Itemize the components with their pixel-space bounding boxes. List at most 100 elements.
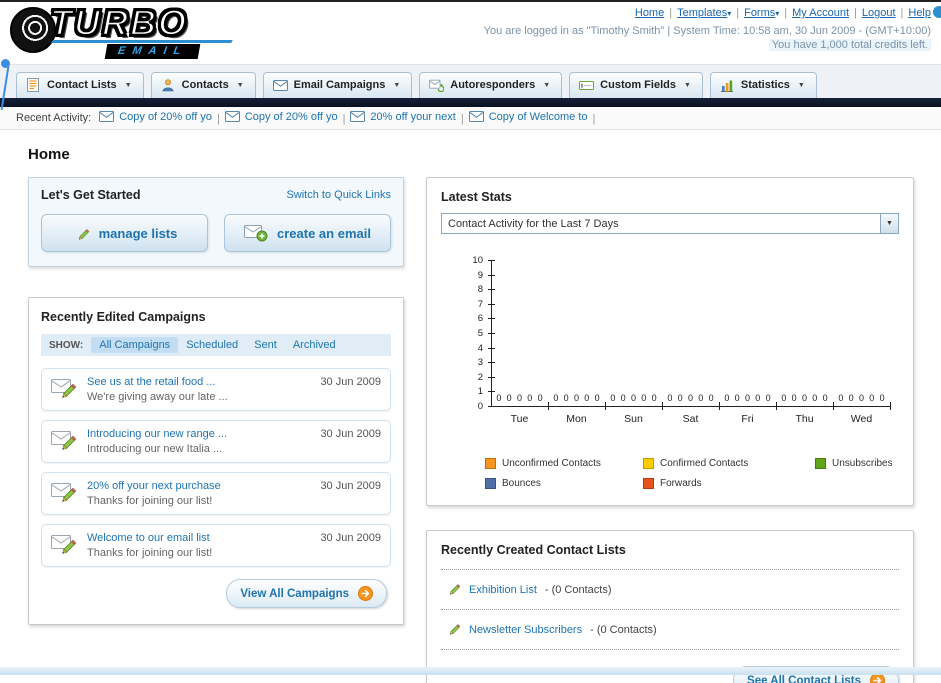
x-tick bbox=[548, 402, 549, 410]
campaign-title-link[interactable]: See us at the retail food ... bbox=[87, 376, 215, 388]
separator: | bbox=[342, 113, 346, 126]
value-label: 0 bbox=[651, 393, 657, 403]
campaign-text: 20% off your next purchase Thanks for joi… bbox=[87, 480, 310, 507]
recent-activity-label: Recent Activity: bbox=[16, 112, 92, 124]
create-email-label: create an email bbox=[277, 225, 371, 241]
recent-activity-link[interactable]: 20% off your next bbox=[370, 111, 455, 123]
x-tick bbox=[605, 402, 606, 410]
campaign-subtitle: Thanks for joining our list! bbox=[87, 495, 213, 507]
envelope-pencil-icon bbox=[51, 377, 77, 399]
campaign-row[interactable]: 20% off your next purchase Thanks for joi… bbox=[41, 472, 391, 515]
tab-statistics[interactable]: Statistics ▼ bbox=[709, 72, 817, 98]
value-label: 0 bbox=[563, 393, 569, 403]
main-content: Home Let's Get Started Switch to Quick L… bbox=[0, 130, 941, 683]
contact-list-item[interactable]: Newsletter Subscribers - (0 Contacts) bbox=[441, 609, 899, 649]
y-tick-label: 5 bbox=[477, 328, 483, 339]
tab-contact-lists[interactable]: Contact Lists ▼ bbox=[16, 72, 144, 98]
top-link-home[interactable]: Home bbox=[635, 7, 664, 19]
contact-list-link[interactable]: Newsletter Subscribers bbox=[469, 624, 582, 636]
y-tick-label: 8 bbox=[477, 284, 483, 296]
recent-activity-item: Copy of 20% off yo bbox=[99, 111, 212, 123]
y-tick-label: 6 bbox=[477, 313, 483, 325]
show-label: SHOW: bbox=[49, 339, 84, 351]
manage-lists-button[interactable]: manage lists bbox=[41, 214, 208, 252]
value-label: 0 bbox=[879, 393, 885, 403]
legend-item: Bounces bbox=[485, 478, 643, 489]
top-link-my-account[interactable]: My Account bbox=[792, 7, 849, 19]
value-label: 0 bbox=[858, 393, 864, 403]
value-label: 0 bbox=[641, 393, 647, 403]
value-label: 0 bbox=[553, 393, 559, 403]
x-tick bbox=[890, 402, 891, 410]
pencil-icon bbox=[443, 619, 461, 640]
legend-label: Forwards bbox=[660, 478, 702, 489]
main-tabs: Contact Lists ▼ Contacts ▼ Email Campaigns ▼ A… bbox=[16, 72, 931, 98]
campaign-title-link[interactable]: Welcome to our email list bbox=[87, 532, 210, 544]
legend-swatch bbox=[643, 458, 654, 469]
filter-scheduled[interactable]: Scheduled bbox=[178, 337, 246, 353]
contact-list-item[interactable]: Exhibition List - (0 Contacts) bbox=[441, 569, 899, 609]
campaign-title-link[interactable]: Introducing our new range ... bbox=[87, 428, 227, 440]
envelope-icon bbox=[224, 111, 240, 123]
logo-subtitle: EMAIL bbox=[104, 44, 201, 59]
separator: | bbox=[460, 113, 464, 126]
envelope-icon bbox=[350, 111, 366, 123]
contact-list-link[interactable]: Exhibition List bbox=[469, 584, 537, 596]
stats-period-select[interactable]: Contact Activity for the Last 7 Days ▼ bbox=[441, 213, 899, 234]
chevron-down-icon: ▼ bbox=[543, 81, 551, 89]
right-column: Latest Stats Contact Activity for the La… bbox=[426, 177, 914, 683]
top-link-forms[interactable]: Forms ▾ bbox=[744, 7, 779, 19]
recent-activity-link[interactable]: Copy of 20% off yo bbox=[119, 111, 212, 123]
recent-activity-link[interactable]: Copy of Welcome to bbox=[489, 111, 588, 123]
campaign-row[interactable]: Introducing our new range ... Introducing… bbox=[41, 420, 391, 463]
recent-campaigns-panel: Recently Edited Campaigns SHOW: All Camp… bbox=[28, 297, 404, 625]
top-link-help[interactable]: Help bbox=[908, 7, 931, 19]
recent-activity-item: Copy of Welcome to bbox=[468, 111, 588, 123]
see-all-contact-lists-label: See All Contact Lists bbox=[747, 674, 861, 683]
x-tick-label: Sat bbox=[682, 413, 699, 425]
header: TURBO EMAIL Home | Templates ▾ | Forms ▾ | My … bbox=[0, 2, 941, 64]
tab-autoresponders[interactable]: Autoresponders ▼ bbox=[419, 72, 563, 98]
view-all-campaigns-button[interactable]: View All Campaigns bbox=[226, 579, 387, 608]
tab-label: Custom Fields bbox=[600, 79, 676, 91]
main-navbar: Contact Lists ▼ Contacts ▼ Email Campaigns ▼ A… bbox=[0, 64, 941, 98]
top-nav: Home | Templates ▾ | Forms ▾ | My Account | Logo… bbox=[484, 7, 931, 19]
separator: | bbox=[216, 113, 220, 126]
field-icon bbox=[579, 78, 595, 92]
tab-email-campaigns[interactable]: Email Campaigns ▼ bbox=[262, 72, 413, 98]
create-email-button[interactable]: create an email bbox=[224, 214, 391, 252]
value-labels: 00000 bbox=[662, 393, 719, 403]
campaign-date: 30 Jun 2009 bbox=[320, 428, 381, 440]
filter-all-campaigns[interactable]: All Campaigns bbox=[91, 337, 179, 353]
recent-activity-link[interactable]: Copy of 20% off yo bbox=[245, 111, 338, 123]
recent-activity-items: Copy of 20% off yo | Copy of 20% off yo | 20… bbox=[99, 111, 600, 126]
tab-custom-fields[interactable]: Custom Fields ▼ bbox=[569, 72, 703, 98]
value-labels: 00000 bbox=[833, 393, 890, 403]
campaign-title-link[interactable]: 20% off your next purchase bbox=[87, 480, 221, 492]
filter-archived[interactable]: Archived bbox=[285, 337, 344, 353]
y-tick-label: 10 bbox=[472, 255, 483, 266]
campaign-row[interactable]: See us at the retail food ... We're givin… bbox=[41, 368, 391, 411]
top-link-logout[interactable]: Logout bbox=[862, 7, 896, 19]
campaign-row[interactable]: Welcome to our email list Thanks for join… bbox=[41, 524, 391, 567]
separator: | bbox=[669, 7, 673, 19]
top-link-templates[interactable]: Templates ▾ bbox=[677, 7, 731, 19]
x-tick-label: Mon bbox=[566, 413, 587, 425]
y-tick bbox=[488, 347, 495, 349]
latest-stats-title: Latest Stats bbox=[441, 190, 512, 204]
campaign-subtitle: We're giving away our late ... bbox=[87, 391, 228, 403]
legend-swatch bbox=[643, 478, 654, 489]
list-icon bbox=[26, 78, 41, 92]
y-tick-label: 9 bbox=[477, 269, 483, 281]
filter-sent[interactable]: Sent bbox=[246, 337, 285, 353]
campaign-filters: All Campaigns Scheduled Sent Archived bbox=[91, 337, 344, 353]
chevron-down-icon: ▼ bbox=[797, 81, 805, 89]
y-tick bbox=[488, 260, 495, 261]
contact-lists-title: Recently Created Contact Lists bbox=[441, 543, 626, 557]
chevron-down-icon: ▼ bbox=[393, 81, 401, 89]
legend-label: Unconfirmed Contacts bbox=[502, 458, 601, 469]
switch-quick-links-link[interactable]: Switch to Quick Links bbox=[286, 189, 391, 201]
tab-contacts[interactable]: Contacts ▼ bbox=[150, 72, 256, 98]
chevron-down-icon: ▼ bbox=[124, 81, 132, 89]
decorative-dot bbox=[933, 6, 941, 18]
